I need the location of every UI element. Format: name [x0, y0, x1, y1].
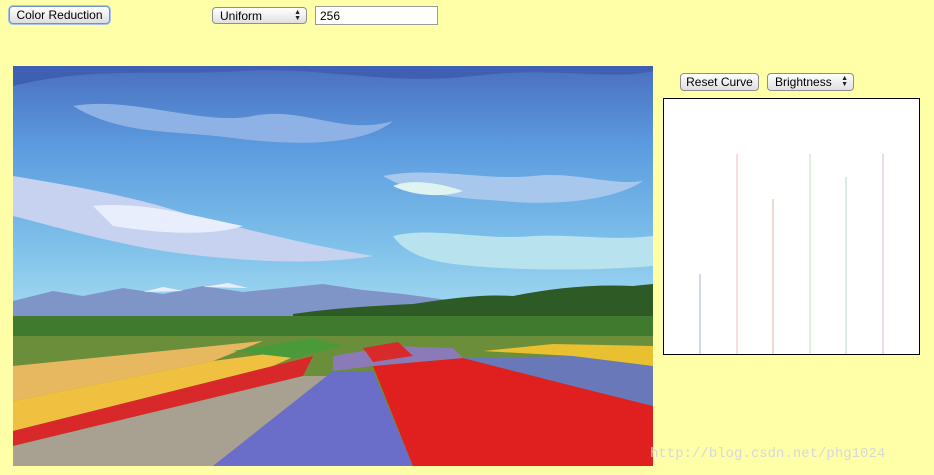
processed-image: [13, 66, 653, 466]
reduction-mode-value: Uniform: [220, 8, 263, 23]
color-count-input[interactable]: [315, 6, 438, 25]
watermark-text: http://blog.csdn.net/phg1024: [650, 446, 886, 462]
select-arrows-icon: ▲ ▼: [294, 9, 301, 22]
curve-channel-select[interactable]: Brightness ▲ ▼: [767, 73, 854, 91]
select-arrows-icon: ▲ ▼: [841, 75, 848, 88]
histogram-curve-canvas[interactable]: [663, 98, 920, 355]
reduction-mode-select[interactable]: Uniform ▲ ▼: [212, 7, 307, 24]
histogram-plot: [699, 154, 884, 354]
reset-curve-button[interactable]: Reset Curve: [680, 73, 759, 91]
color-reduction-button[interactable]: Color Reduction: [9, 6, 110, 24]
curve-channel-value: Brightness: [775, 75, 832, 89]
